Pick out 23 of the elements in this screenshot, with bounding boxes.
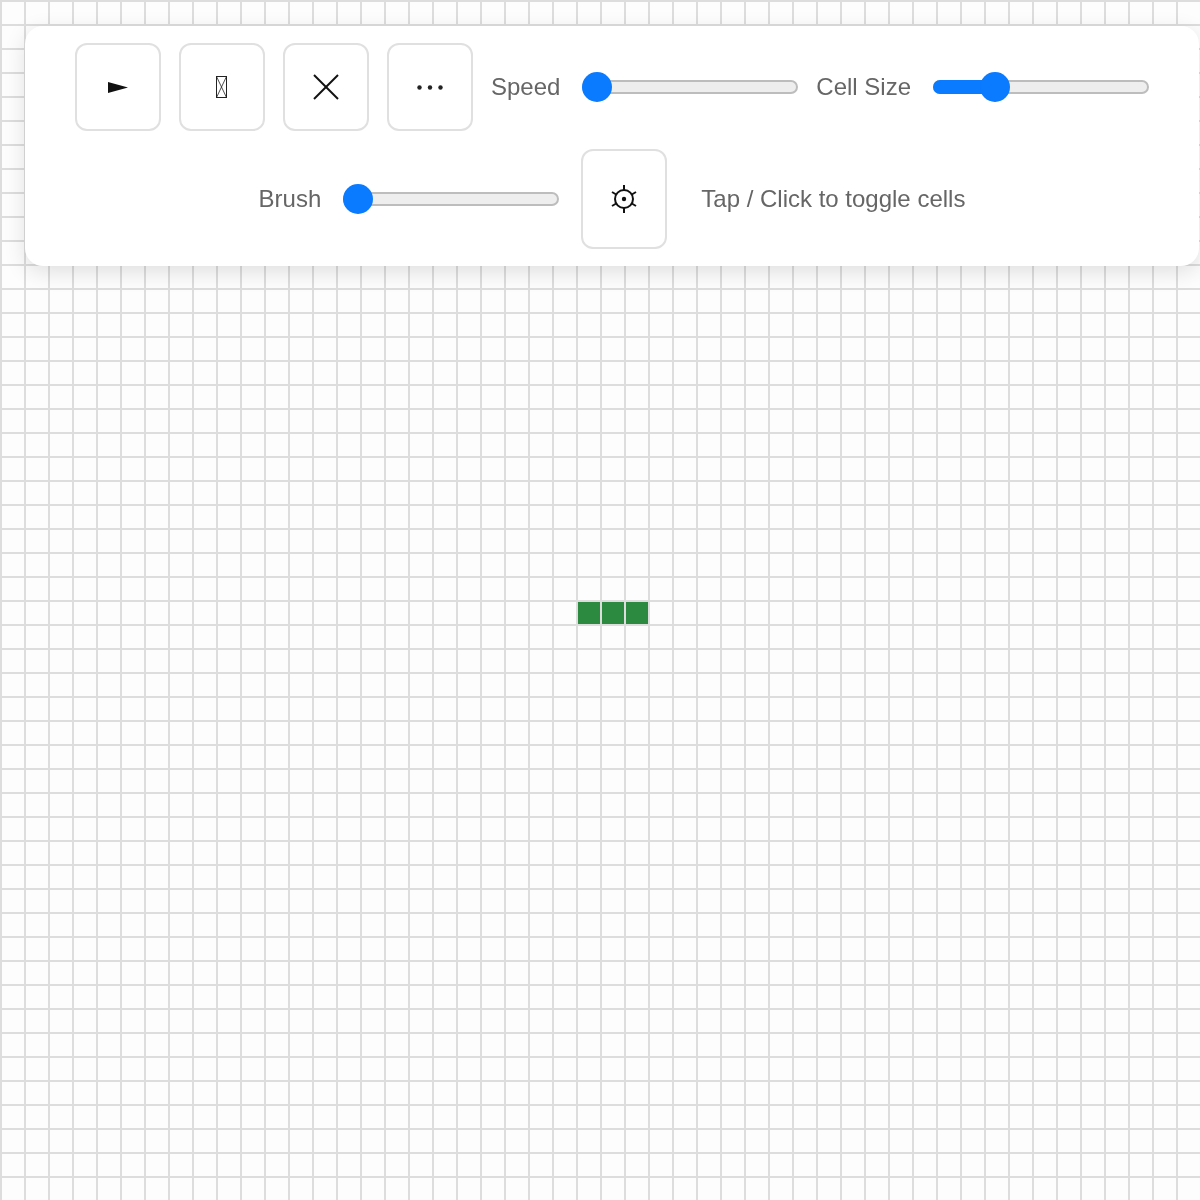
play-button[interactable]: [74, 43, 161, 131]
slider-track[interactable]: [343, 184, 560, 214]
slider-label: Cell Size: [816, 73, 912, 101]
live-cell[interactable]: [578, 602, 600, 624]
sun-icon: [610, 185, 639, 213]
glyph-button[interactable]: [178, 43, 265, 131]
target-button[interactable]: [581, 149, 668, 249]
live-cell[interactable]: [626, 602, 648, 624]
more-button[interactable]: [386, 43, 473, 131]
close-icon: [312, 74, 339, 100]
slider-thumb[interactable]: [582, 72, 613, 102]
slider-thumb[interactable]: [343, 184, 374, 214]
play-icon: [107, 81, 128, 93]
more-icon: [416, 84, 443, 90]
hint-text: Tap / Click to toggle cells: [701, 185, 966, 213]
crossed-box-icon: [216, 76, 228, 98]
slider-thumb[interactable]: [979, 72, 1010, 102]
slider-label: Speed: [490, 73, 561, 101]
slider-track[interactable]: [933, 72, 1150, 102]
slider-label: Brush: [258, 185, 322, 213]
live-cell[interactable]: [602, 602, 624, 624]
slider-track[interactable]: [582, 72, 799, 102]
clear-button[interactable]: [282, 43, 369, 131]
